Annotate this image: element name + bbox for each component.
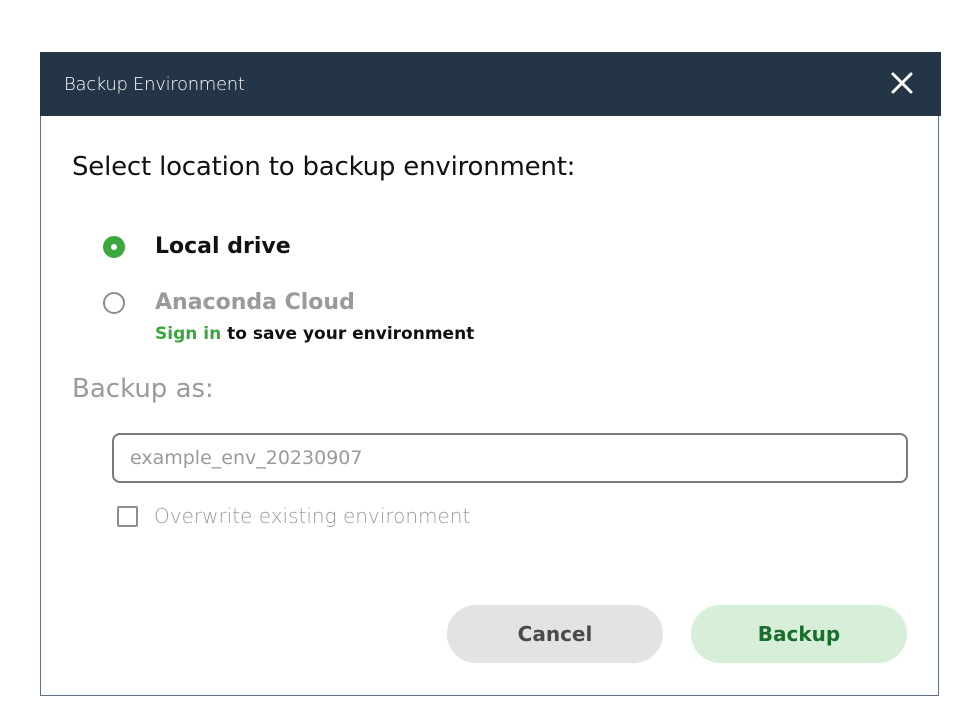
- dialog-title: Backup Environment: [64, 74, 245, 95]
- dialog-titlebar: Backup Environment: [40, 52, 941, 116]
- overwrite-label: Overwrite existing environment: [154, 504, 471, 528]
- cancel-button[interactable]: Cancel: [447, 605, 663, 663]
- option-local-drive[interactable]: Local drive: [103, 234, 291, 260]
- backup-environment-dialog: Backup Environment Select location to ba…: [40, 52, 941, 696]
- sign-in-link[interactable]: Sign in: [155, 324, 221, 344]
- environment-name-input[interactable]: [112, 433, 908, 483]
- option-anaconda-cloud-label: Anaconda Cloud: [155, 290, 355, 315]
- signin-hint-text: to save your environment: [221, 324, 475, 344]
- radio-checked-icon[interactable]: [103, 236, 125, 258]
- signin-hint: Sign in to save your environment: [155, 324, 474, 344]
- dialog-heading: Select location to backup environment:: [72, 152, 576, 182]
- overwrite-option[interactable]: Overwrite existing environment: [117, 504, 470, 528]
- option-anaconda-cloud[interactable]: Anaconda Cloud: [103, 290, 355, 316]
- close-icon[interactable]: [889, 70, 915, 96]
- radio-unchecked-icon[interactable]: [103, 292, 125, 314]
- backup-as-label: Backup as:: [72, 374, 214, 404]
- overwrite-checkbox[interactable]: [117, 505, 138, 527]
- option-local-drive-label: Local drive: [155, 234, 291, 259]
- backup-button[interactable]: Backup: [691, 605, 907, 663]
